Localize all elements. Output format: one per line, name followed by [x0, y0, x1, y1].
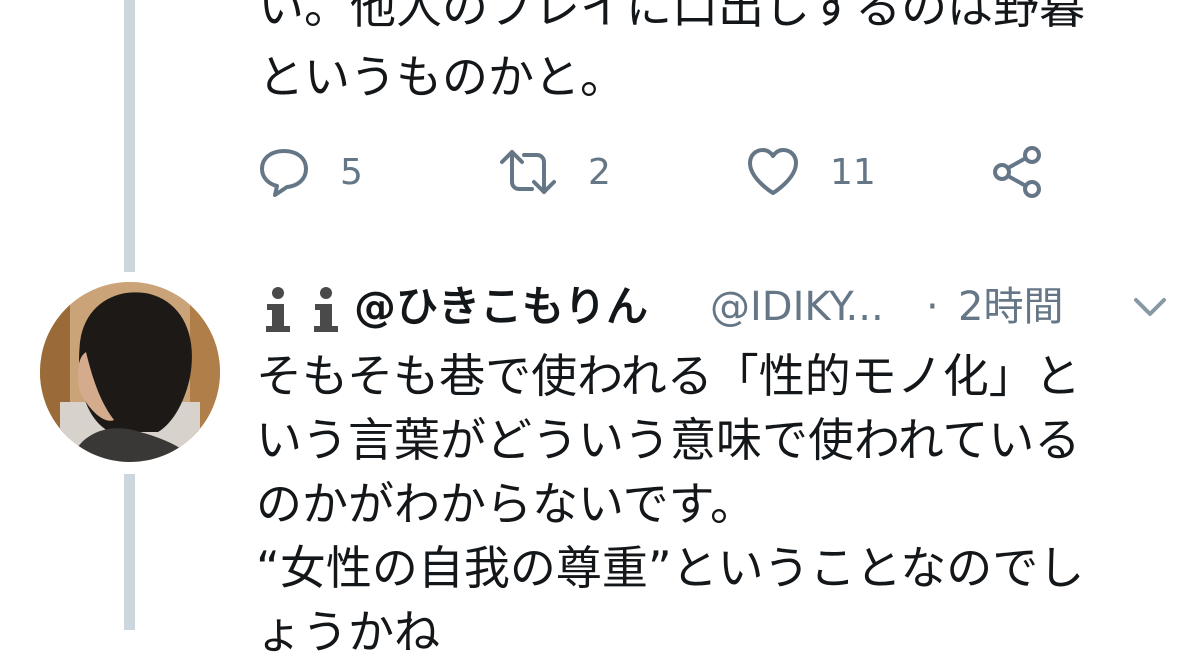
avatar[interactable]: [40, 282, 220, 462]
info-icon: [266, 287, 290, 332]
user-handle[interactable]: @IDIKY...: [710, 278, 884, 336]
thread-connector-line: [124, 0, 135, 272]
info-icon: [314, 287, 338, 332]
reply-button[interactable]: 5: [258, 140, 363, 204]
like-count: 11: [830, 151, 876, 193]
tweet-text-line: “女性の自我の尊重”ということなのでし: [256, 541, 1085, 595]
share-icon: [993, 146, 1041, 198]
avatar-photo: [40, 282, 220, 462]
tweet-text: そもそも巷で使われる「性的モノ化」と いう言葉がどういう意味で使われている のか…: [256, 344, 1084, 664]
share-button[interactable]: [990, 140, 1046, 204]
retweet-button[interactable]: 2: [498, 140, 611, 204]
retweet-icon: [500, 150, 556, 194]
heart-icon: [748, 148, 798, 195]
chevron-down-icon[interactable]: [1130, 290, 1170, 324]
thread-connector-line-lower: [124, 474, 135, 630]
tweet-text-line: いう言葉がどういう意味で使われている: [256, 413, 1081, 467]
display-name[interactable]: @ひきこもりん: [354, 278, 648, 336]
reply-count: 5: [340, 151, 363, 193]
meta-separator: ·: [926, 284, 939, 330]
tweet-header: @ひきこもりん @IDIKY... · 2時間: [258, 278, 1170, 336]
previous-tweet-text-line-2: というものかと。: [258, 50, 626, 104]
tweet-text-line: ょうかね: [256, 605, 440, 659]
retweet-count: 2: [588, 151, 611, 193]
tweet-timestamp[interactable]: 2時間: [958, 278, 1063, 336]
user-badges: [258, 284, 346, 334]
previous-tweet-text-line-1: い。他人のプレイに口出しするのは野暮: [258, 0, 1086, 34]
tweet-text-line: そもそも巷で使われる「性的モノ化」と: [256, 349, 1081, 403]
like-button[interactable]: 11: [746, 140, 876, 204]
tweet-text-line: のかがわからないです。: [256, 477, 757, 531]
reply-icon: [260, 149, 308, 197]
